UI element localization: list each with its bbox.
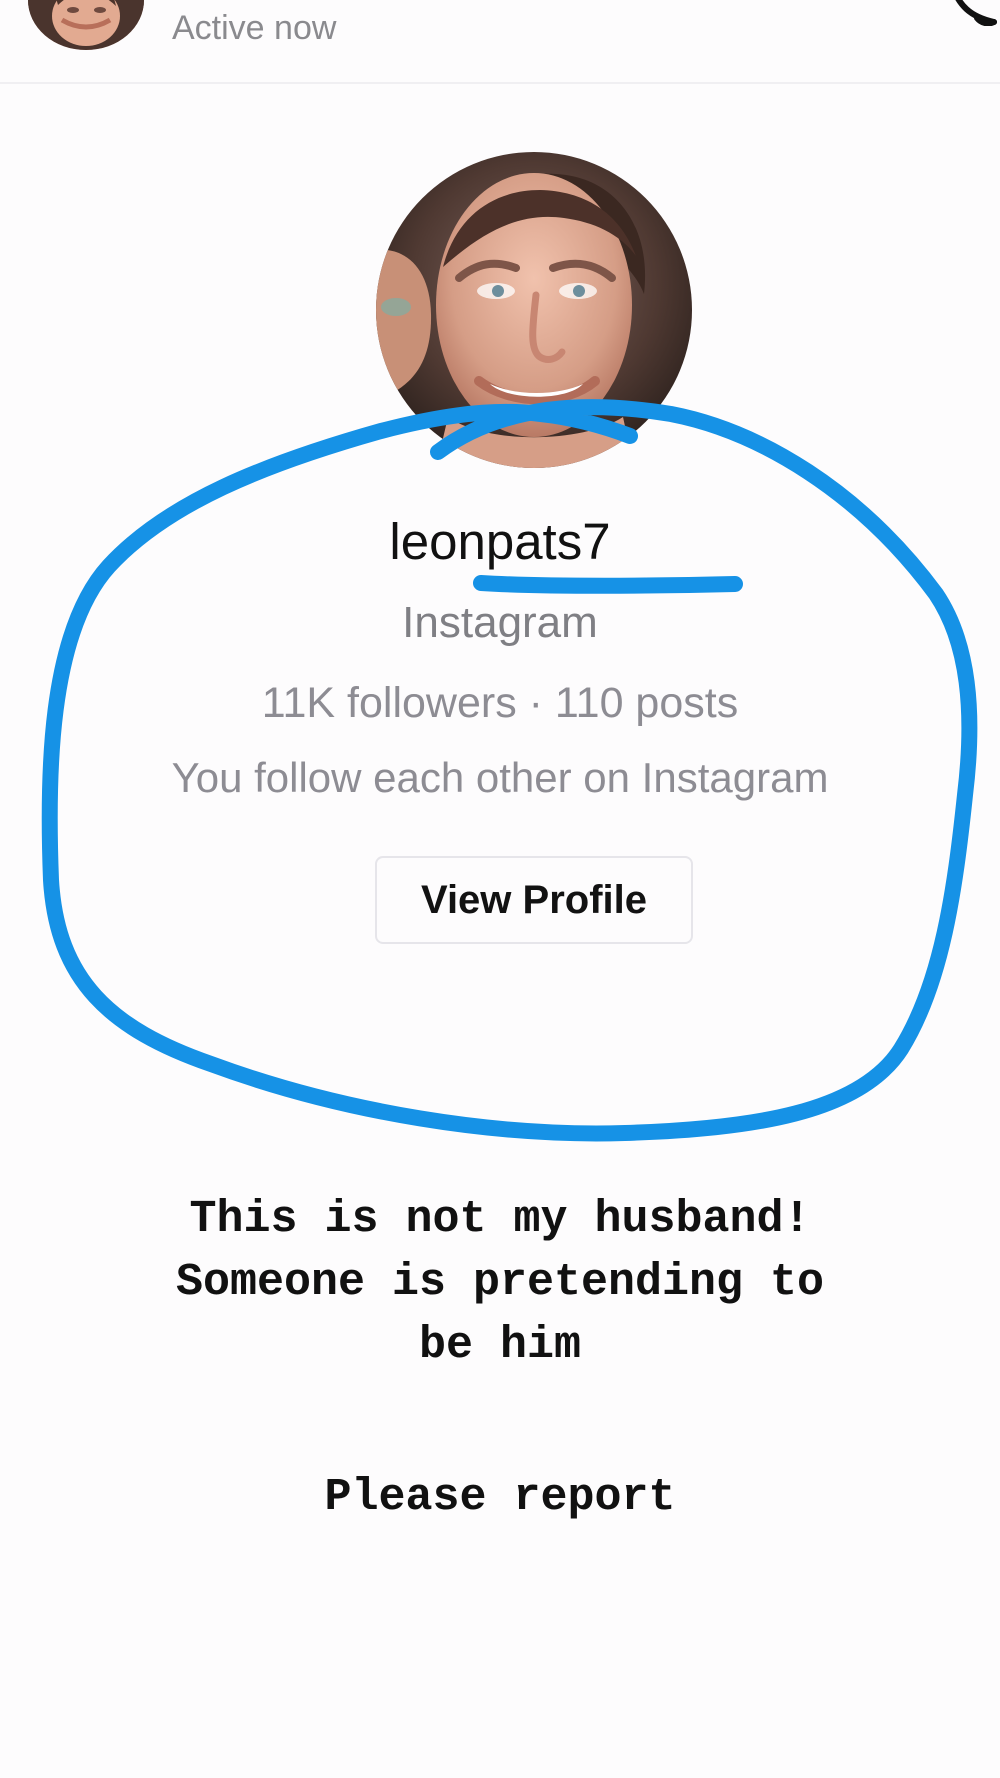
- view-profile-button[interactable]: View Profile: [375, 856, 693, 944]
- annotation-caption: This is not my husband! Someone is prete…: [0, 1188, 1000, 1377]
- header-avatar-image: [28, 0, 144, 50]
- caption-line-1: This is not my husband!: [189, 1194, 811, 1245]
- profile-photo-image: [376, 152, 692, 468]
- phone-icon[interactable]: [926, 0, 1000, 26]
- profile-platform: Instagram: [402, 598, 598, 647]
- active-status: Active now: [172, 9, 337, 47]
- profile-username: leonpats7: [389, 513, 611, 570]
- caption-line-2: Someone is pretending to: [175, 1257, 825, 1308]
- header-avatar[interactable]: [28, 0, 144, 50]
- profile-stats: 11K followers · 110 posts: [261, 679, 739, 727]
- report-request: Please report: [324, 1472, 676, 1523]
- caption-line-3: be him: [418, 1320, 582, 1371]
- profile-photo[interactable]: [376, 152, 692, 468]
- username-underline: [473, 575, 743, 594]
- follow-relationship: You follow each other on Instagram: [171, 754, 829, 801]
- chat-header: Active now: [0, 0, 1000, 84]
